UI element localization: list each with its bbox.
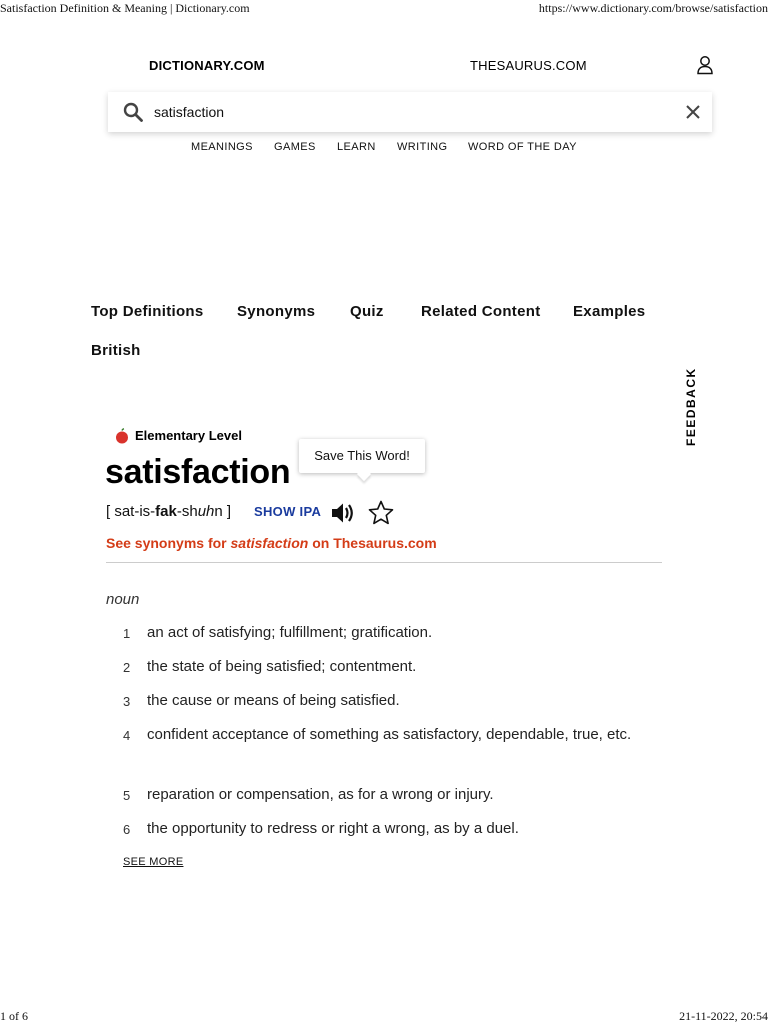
headword: satisfaction	[105, 453, 291, 491]
section-divider	[106, 562, 662, 563]
definition-number: 6	[123, 822, 131, 837]
nav-learn[interactable]: LEARN	[337, 141, 376, 153]
nav-writing[interactable]: WRITING	[397, 141, 447, 153]
user-icon[interactable]	[696, 55, 714, 75]
pronunciation-schwa: uh	[197, 503, 215, 520]
definition-text: the opportunity to redress or right a wr…	[147, 820, 519, 837]
level-badge: Elementary Level	[135, 428, 242, 443]
nav-games[interactable]: GAMES	[274, 141, 316, 153]
tab-top-definitions[interactable]: Top Definitions	[91, 303, 204, 320]
synonyms-link-suffix: on Thesaurus.com	[308, 535, 437, 551]
nav-meanings[interactable]: MEANINGS	[191, 141, 253, 153]
definition-text: the cause or means of being satisfied.	[147, 692, 400, 709]
pronunciation-start: [ sat-is-	[106, 503, 156, 520]
search-icon[interactable]	[123, 102, 143, 122]
tab-examples[interactable]: Examples	[573, 303, 645, 320]
thesaurus-synonyms-link[interactable]: See synonyms for satisfaction on Thesaur…	[106, 535, 437, 551]
pronunciation: [ sat-is-fak-shuhn ]	[106, 503, 231, 520]
definition-number: 2	[123, 660, 131, 675]
close-icon[interactable]	[685, 104, 701, 120]
definition-text: reparation or compensation, as for a wro…	[147, 786, 494, 803]
feedback-tab[interactable]: FEEDBACK	[684, 367, 698, 446]
nav-word-of-the-day[interactable]: WORD OF THE DAY	[468, 141, 577, 153]
apple-icon	[114, 428, 130, 444]
show-ipa-button[interactable]: SHOW IPA	[254, 504, 321, 519]
print-datetime: 21-11-2022, 20:54	[679, 1009, 768, 1023]
thesaurus-link[interactable]: THESAURUS.COM	[470, 58, 587, 73]
definition-text: an act of satisfying; fulfillment; grati…	[147, 624, 433, 641]
site-logo[interactable]: DICTIONARY.COM	[149, 58, 265, 73]
speaker-icon[interactable]	[330, 500, 356, 526]
pronunciation-middle: -sh	[176, 503, 198, 520]
synonyms-link-word: satisfaction	[230, 535, 309, 551]
tab-quiz[interactable]: Quiz	[350, 303, 384, 320]
definition-text: the state of being satisfied; contentmen…	[147, 658, 417, 675]
page-counter: 1 of 6	[0, 1009, 28, 1023]
definition-text: confident acceptance of something as sat…	[147, 726, 632, 743]
synonyms-link-prefix: See synonyms for	[106, 535, 231, 551]
see-more-link[interactable]: SEE MORE	[123, 856, 183, 868]
part-of-speech: noun	[106, 591, 140, 608]
star-icon[interactable]	[367, 499, 395, 527]
definition-number: 5	[123, 788, 131, 803]
save-word-tooltip: Save This Word!	[299, 439, 425, 473]
pronunciation-end: n ]	[214, 503, 232, 520]
definition-number: 3	[123, 694, 131, 709]
tab-related-content[interactable]: Related Content	[421, 303, 541, 320]
search-input[interactable]	[154, 102, 654, 122]
print-page-title: Satisfaction Definition & Meaning | Dict…	[0, 1, 250, 15]
definition-number: 4	[123, 728, 131, 743]
print-page-url: https://www.dictionary.com/browse/satisf…	[538, 1, 768, 15]
search-bar	[108, 92, 712, 132]
pronunciation-stress: fak	[155, 503, 177, 520]
tab-synonyms[interactable]: Synonyms	[237, 303, 315, 320]
tab-british[interactable]: British	[91, 342, 141, 359]
definition-number: 1	[123, 626, 131, 641]
